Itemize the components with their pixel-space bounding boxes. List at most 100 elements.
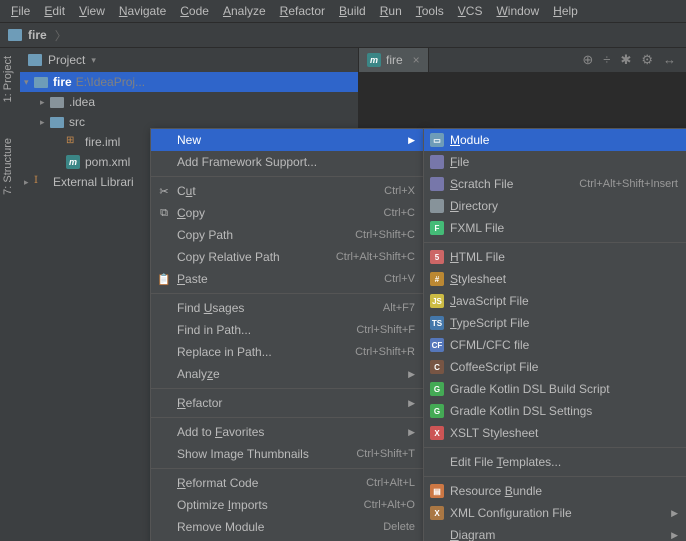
menu-item[interactable]: ⧉CopyCtrl+C [151,202,423,224]
folder-icon [8,29,22,41]
menu-edit[interactable]: Edit [37,2,72,20]
menu-label: Copy Path [177,228,233,242]
menu-separator [424,476,686,477]
menu-label: Copy Relative Path [177,250,280,264]
menu-label: XML Configuration File [450,506,572,520]
menu-label: Optimize Imports [177,498,268,512]
menu-item[interactable]: Analyze▶ [151,363,423,385]
menu-icon: X [429,425,445,441]
menu-item[interactable]: Scratch FileCtrl+Alt+Shift+Insert [424,173,686,195]
menu-item[interactable]: Find UsagesAlt+F7 [151,297,423,319]
menu-view[interactable]: View [72,2,112,20]
tree-label: .idea [69,95,95,109]
menu-item[interactable]: Diagram▶ [424,524,686,541]
menu-item[interactable]: 5HTML File [424,246,686,268]
menu-analyze[interactable]: Analyze [216,2,273,20]
menu-shortcut: Ctrl+X [384,185,415,197]
menu-icon: C [429,359,445,375]
tree-label: src [69,115,85,129]
menu-item[interactable]: FFXML File [424,217,686,239]
menu-separator [424,447,686,448]
menu-help[interactable]: Help [546,2,585,20]
menu-code[interactable]: Code [173,2,216,20]
menu-label: Resource Bundle [450,484,542,498]
menu-item[interactable]: Replace in Path...Ctrl+Shift+R [151,341,423,363]
menu-item[interactable]: Reformat CodeCtrl+Alt+L [151,472,423,494]
menu-label: Directory [450,199,498,213]
menu-item[interactable]: XXML Configuration File▶ [424,502,686,524]
menu-item[interactable]: G Gradle Kotlin DSL Settings [424,400,686,422]
menu-item[interactable]: Show Image ThumbnailsCtrl+Shift+T [151,443,423,465]
menu-item[interactable]: CFCFML/CFC file [424,334,686,356]
menu-item[interactable]: Copy Relative Path Ctrl+Alt+Shift+C [151,246,423,268]
menu-label: Add Framework Support... [177,155,317,169]
menu-item[interactable]: New▶ [151,129,423,151]
menu-item[interactable]: # Stylesheet [424,268,686,290]
tree-twisty[interactable]: ▸ [24,177,34,188]
tree-twisty[interactable]: ▾ [24,77,34,88]
menu-item[interactable]: 📋PasteCtrl+V [151,268,423,290]
menu-item[interactable]: Directory [424,195,686,217]
menu-item[interactable]: Add Framework Support... [151,151,423,173]
menu-label: Reformat Code [177,476,258,490]
sidebar-tab-structure[interactable]: 7: Structure [0,130,16,203]
tree-row[interactable]: ▸ .idea [20,92,358,112]
menu-item[interactable]: File [424,151,686,173]
menu-icon: 5 [429,249,445,265]
menu-shortcut: Ctrl+Alt+Shift+C [336,251,415,263]
menu-separator [151,388,423,389]
menu-item[interactable]: Remove ModuleDelete [151,516,423,538]
menu-label: TypeScript File [450,316,529,330]
menu-item[interactable]: Add to Favorites▶ [151,421,423,443]
toolwindow-title[interactable]: Project [48,53,85,67]
toolbar-button[interactable]: ÷ [603,52,610,68]
menu-label: Stylesheet [450,272,506,286]
menu-label: CFML/CFC file [450,338,529,352]
menu-icon: # [429,271,445,287]
menu-item[interactable]: Optimize ImportsCtrl+Alt+O [151,494,423,516]
toolbar-button[interactable]: ⊕ [582,52,593,68]
menu-icon: G [429,403,445,419]
menu-icon [429,176,445,192]
menu-item[interactable]: ▤Resource Bundle [424,480,686,502]
menu-tools[interactable]: Tools [409,2,451,20]
toolbar-button[interactable]: ⚙ [641,52,653,68]
menu-item[interactable]: JSJavaScript File [424,290,686,312]
menu-label: File [450,155,469,169]
menu-label: Module [450,133,489,147]
editor-tab[interactable]: m fire × [358,48,429,72]
menu-shortcut: Ctrl+Shift+F [356,324,415,336]
breadcrumb-project[interactable]: fire [28,28,47,42]
menu-item[interactable]: TSTypeScript File [424,312,686,334]
menu-label: Gradle Kotlin DSL Settings [450,404,592,418]
menu-item[interactable]: XXSLT Stylesheet [424,422,686,444]
tree-twisty[interactable]: ▸ [40,97,50,108]
menu-run[interactable]: Run [373,2,409,20]
menu-window[interactable]: Window [489,2,546,20]
menu-build[interactable]: Build [332,2,373,20]
menu-label: FXML File [450,221,504,235]
menu-item[interactable]: Copy PathCtrl+Shift+C [151,224,423,246]
menu-item[interactable]: Find in Path...Ctrl+Shift+F [151,319,423,341]
menu-label: Find Usages [177,301,244,315]
submenu-arrow-icon: ▶ [408,135,415,146]
menu-refactor[interactable]: Refactor [273,2,332,20]
menu-item[interactable]: ▭Module [424,129,686,151]
new-submenu: ▭Module File Scratch FileCtrl+Alt+Shift+In… [423,128,686,541]
menu-navigate[interactable]: Navigate [112,2,173,20]
menu-item[interactable]: Edit File Templates... [424,451,686,473]
menu-item[interactable]: ✂CutCtrl+X [151,180,423,202]
menu-item[interactable]: GGradle Kotlin DSL Build Script [424,378,686,400]
menu-vcs[interactable]: VCS [451,2,490,20]
close-icon[interactable]: × [413,53,420,67]
menu-icon: ⧉ [156,205,172,221]
menu-label: Analyze [177,367,220,381]
tree-row[interactable]: ▾fireE:\IdeaProj... [20,72,358,92]
toolbar-button[interactable]: ↔ [663,52,676,68]
menu-item[interactable]: Refactor▶ [151,392,423,414]
menu-item[interactable]: CCoffeeScript File [424,356,686,378]
menu-file[interactable]: File [4,2,37,20]
toolbar-button[interactable]: ✱ [620,52,631,68]
tree-twisty[interactable]: ▸ [40,117,50,128]
sidebar-tab-project[interactable]: 1: Project [0,48,16,110]
